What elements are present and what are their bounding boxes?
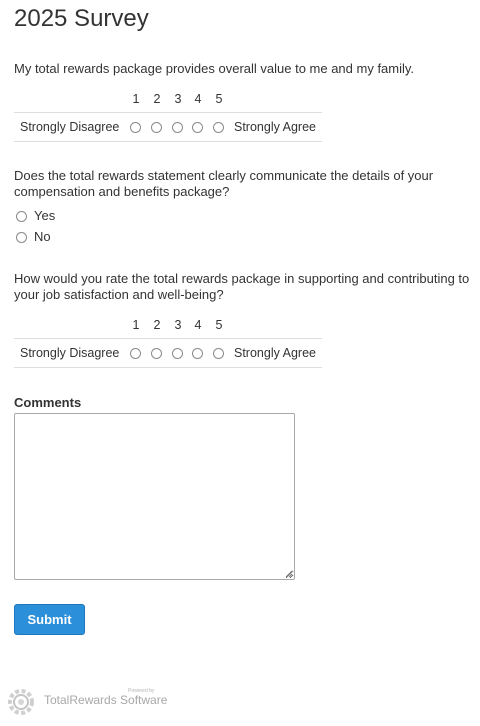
footer-branding: Powered by TotalRewards Software	[6, 686, 176, 716]
scale-high-label: Strongly Agree	[234, 346, 316, 360]
scale-number-1: 1	[132, 92, 140, 106]
q3-radio-3[interactable]	[172, 348, 183, 359]
q3-radio-2[interactable]	[151, 348, 162, 359]
q1-radio-2[interactable]	[151, 122, 162, 133]
gear-logo-icon	[8, 689, 34, 715]
scale-low-label: Strongly Disagree	[20, 120, 120, 134]
question-3-text: How would you rate the total rewards pac…	[14, 271, 470, 302]
question-1-scale: 1 2 3 4 5 Strongly Disagree Strongly Agr…	[14, 88, 322, 142]
q1-radio-1[interactable]	[130, 122, 141, 133]
scale-numbers: 1 2 3 4 5	[14, 88, 322, 112]
scale-number-4: 4	[194, 92, 202, 106]
scale-number-2: 2	[153, 318, 161, 332]
likert-row: Strongly Disagree Strongly Agree	[14, 338, 322, 368]
scale-low-label: Strongly Disagree	[20, 346, 120, 360]
comments-textarea[interactable]	[14, 413, 295, 580]
scale-number-5: 5	[215, 318, 223, 332]
brand-name: TotalRewards Software	[44, 693, 168, 707]
option-yes-label: Yes	[34, 208, 56, 223]
scale-number-3: 3	[174, 92, 182, 106]
q3-radio-5[interactable]	[213, 348, 224, 359]
comments-label: Comments	[14, 395, 82, 410]
scale-numbers: 1 2 3 4 5	[14, 314, 322, 338]
scale-number-1: 1	[132, 318, 140, 332]
question-2-text: Does the total rewards statement clearly…	[14, 168, 434, 199]
scale-number-2: 2	[153, 92, 161, 106]
likert-row: Strongly Disagree Strongly Agree	[14, 112, 322, 142]
submit-button[interactable]: Submit	[14, 604, 85, 635]
scale-high-label: Strongly Agree	[234, 120, 316, 134]
q1-radio-3[interactable]	[172, 122, 183, 133]
q3-radio-4[interactable]	[192, 348, 203, 359]
q1-radio-4[interactable]	[192, 122, 203, 133]
q3-radio-1[interactable]	[130, 348, 141, 359]
option-no-label: No	[34, 229, 51, 244]
q2-radio-yes[interactable]	[16, 211, 27, 222]
scale-number-4: 4	[194, 318, 202, 332]
question-3-scale: 1 2 3 4 5 Strongly Disagree Strongly Agr…	[14, 314, 322, 368]
scale-number-3: 3	[174, 318, 182, 332]
q1-radio-5[interactable]	[213, 122, 224, 133]
scale-number-5: 5	[215, 92, 223, 106]
q2-radio-no[interactable]	[16, 232, 27, 243]
question-1-text: My total rewards package provides overal…	[14, 61, 415, 76]
page-title: 2025 Survey	[14, 5, 149, 32]
